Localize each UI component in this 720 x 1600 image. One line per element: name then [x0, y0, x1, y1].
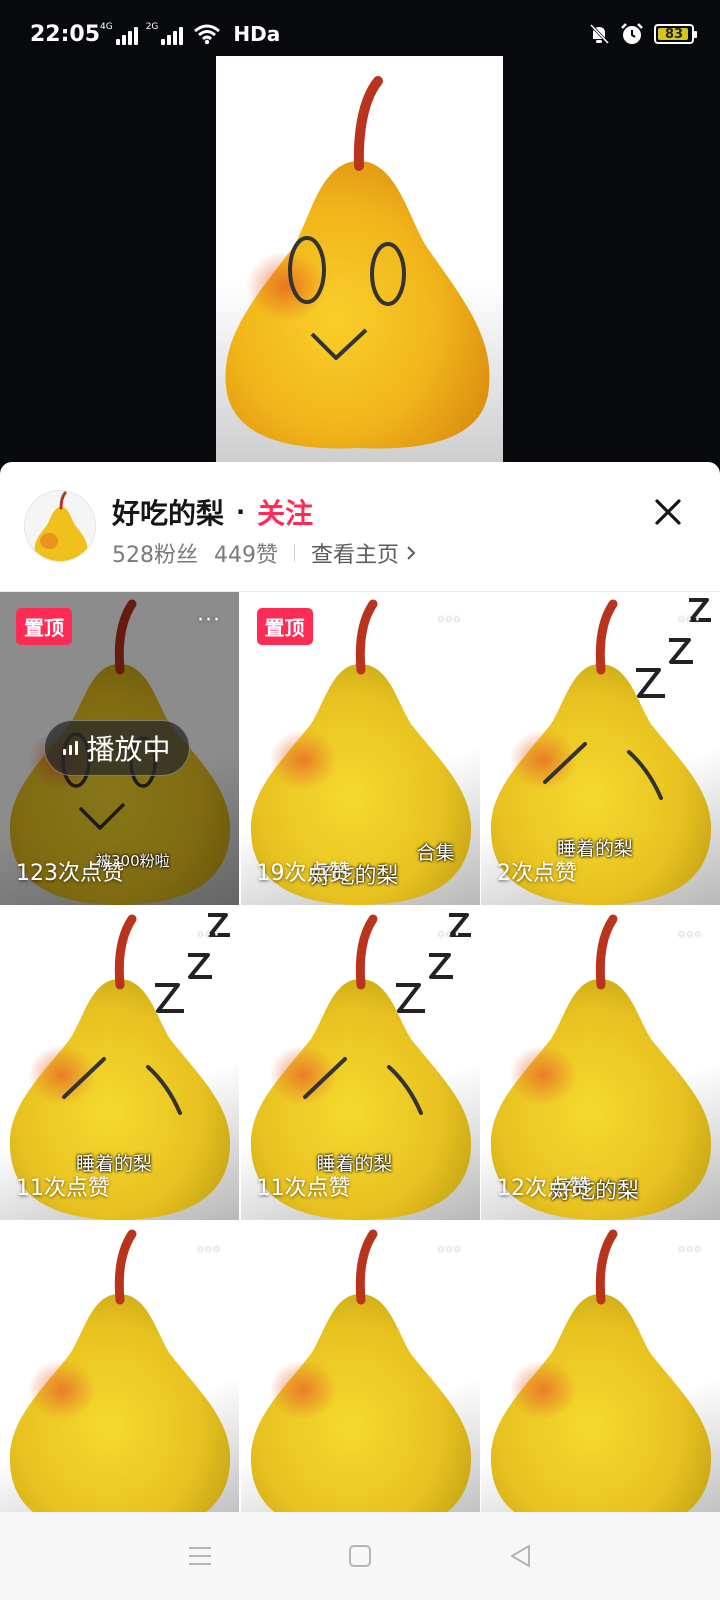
video-tile[interactable]: ··· 睡着的梨 11次点赞 — [0, 907, 239, 1220]
like-count-label: 2次点赞 — [497, 861, 577, 886]
video-frame[interactable] — [216, 56, 503, 466]
signal-icon: 2G — [146, 23, 184, 45]
like-count-label: 11次点赞 — [256, 1176, 351, 1201]
video-player[interactable] — [0, 56, 720, 466]
like-count-label: 19次点赞 — [256, 861, 351, 886]
divider — [294, 544, 295, 562]
collection-label: 合集 — [416, 842, 455, 864]
video-tile[interactable]: ··· — [481, 1222, 720, 1535]
name-separator: · — [236, 498, 246, 526]
more-options-icon[interactable]: ··· — [438, 608, 462, 633]
signal-type-label: 4G — [100, 22, 113, 32]
like-count-label: 123次点赞 — [16, 861, 124, 886]
pear-thumbnail — [250, 1229, 471, 1535]
wifi-icon — [194, 24, 221, 45]
more-options-icon[interactable]: ··· — [197, 1238, 221, 1263]
pinned-badge: 置顶 — [256, 608, 313, 645]
video-tile[interactable]: ··· 好吃的梨 12次点赞 — [481, 907, 720, 1220]
pear-thumbnail — [490, 1229, 712, 1535]
avatar[interactable] — [24, 490, 96, 562]
more-options-icon[interactable]: ··· — [197, 608, 221, 633]
signal-icon: 4G — [100, 23, 138, 45]
status-time: 22:05 — [30, 22, 101, 47]
status-right: 83 — [588, 22, 697, 46]
view-homepage-link[interactable]: 查看主页 — [311, 537, 417, 569]
follower-count: 528粉丝 — [112, 543, 198, 568]
view-homepage-label: 查看主页 — [311, 543, 400, 568]
now-playing-label: 播放中 — [86, 733, 171, 766]
battery-level: 83 — [664, 26, 684, 42]
system-nav-bar — [0, 1512, 720, 1600]
profile-header: 好吃的梨 · 关注 528粉丝 449赞 查看主页 — [0, 462, 720, 592]
pear-face-image — [225, 76, 490, 449]
account-name[interactable]: 好吃的梨 — [112, 492, 224, 532]
back-icon[interactable] — [498, 1534, 542, 1578]
more-options-icon[interactable]: ··· — [197, 923, 221, 948]
like-count-label: 12次点赞 — [497, 1176, 591, 1201]
stats-row: 528粉丝 449赞 查看主页 — [112, 537, 417, 569]
video-tile[interactable]: 置顶 ··· 好吃的梨 合集 19次点赞 — [240, 592, 480, 905]
video-tile[interactable]: 置顶 ··· 被300粉啦 播放中 123次点赞 — [0, 592, 239, 905]
video-tile[interactable]: ··· — [0, 1222, 239, 1535]
alarm-icon — [621, 23, 643, 44]
home-icon[interactable] — [338, 1534, 382, 1578]
menu-icon[interactable] — [178, 1534, 222, 1578]
more-options-icon[interactable]: ··· — [438, 1238, 462, 1263]
profile-sheet: 好吃的梨 · 关注 528粉丝 449赞 查看主页 置顶 ··· 被300粉啦 播放中… — [0, 462, 720, 1600]
name-row: 好吃的梨 · 关注 — [112, 492, 313, 532]
now-playing-badge: 播放中 — [44, 720, 190, 776]
battery-icon: 83 — [654, 24, 697, 44]
more-options-icon[interactable]: ··· — [678, 923, 702, 948]
video-tile[interactable]: ··· — [240, 1222, 480, 1535]
more-options-icon[interactable]: ··· — [438, 923, 462, 948]
status-bar: 22:05 4G 2G HDa 83 — [0, 0, 720, 56]
hd-label: HDa — [233, 22, 281, 46]
chevron-right-icon — [407, 546, 416, 560]
signal-type-label: 2G — [145, 22, 159, 32]
pinned-badge: 置顶 — [16, 608, 72, 645]
more-options-icon[interactable]: ··· — [678, 608, 702, 633]
more-options-icon[interactable]: ··· — [678, 1238, 702, 1263]
video-tile[interactable]: ··· 睡着的梨 2次点赞 — [481, 592, 720, 905]
follow-button[interactable]: 关注 — [257, 492, 313, 532]
pear-avatar-icon — [34, 491, 88, 561]
like-count-label: 11次点赞 — [16, 1176, 110, 1201]
close-icon[interactable] — [648, 492, 688, 532]
video-grid: 置顶 ··· 被300粉啦 播放中 123次点赞 置顶 ··· 好吃的梨 合集 19次点赞 ··· 睡… — [0, 592, 720, 1535]
signal-group: 4G 2G HDa — [100, 22, 280, 46]
pear-thumbnail — [9, 1229, 231, 1535]
playing-bars-icon — [63, 741, 79, 755]
like-count: 449赞 — [214, 543, 278, 568]
mute-icon — [589, 23, 610, 45]
video-tile[interactable]: ··· 睡着的梨 11次点赞 — [240, 907, 480, 1220]
